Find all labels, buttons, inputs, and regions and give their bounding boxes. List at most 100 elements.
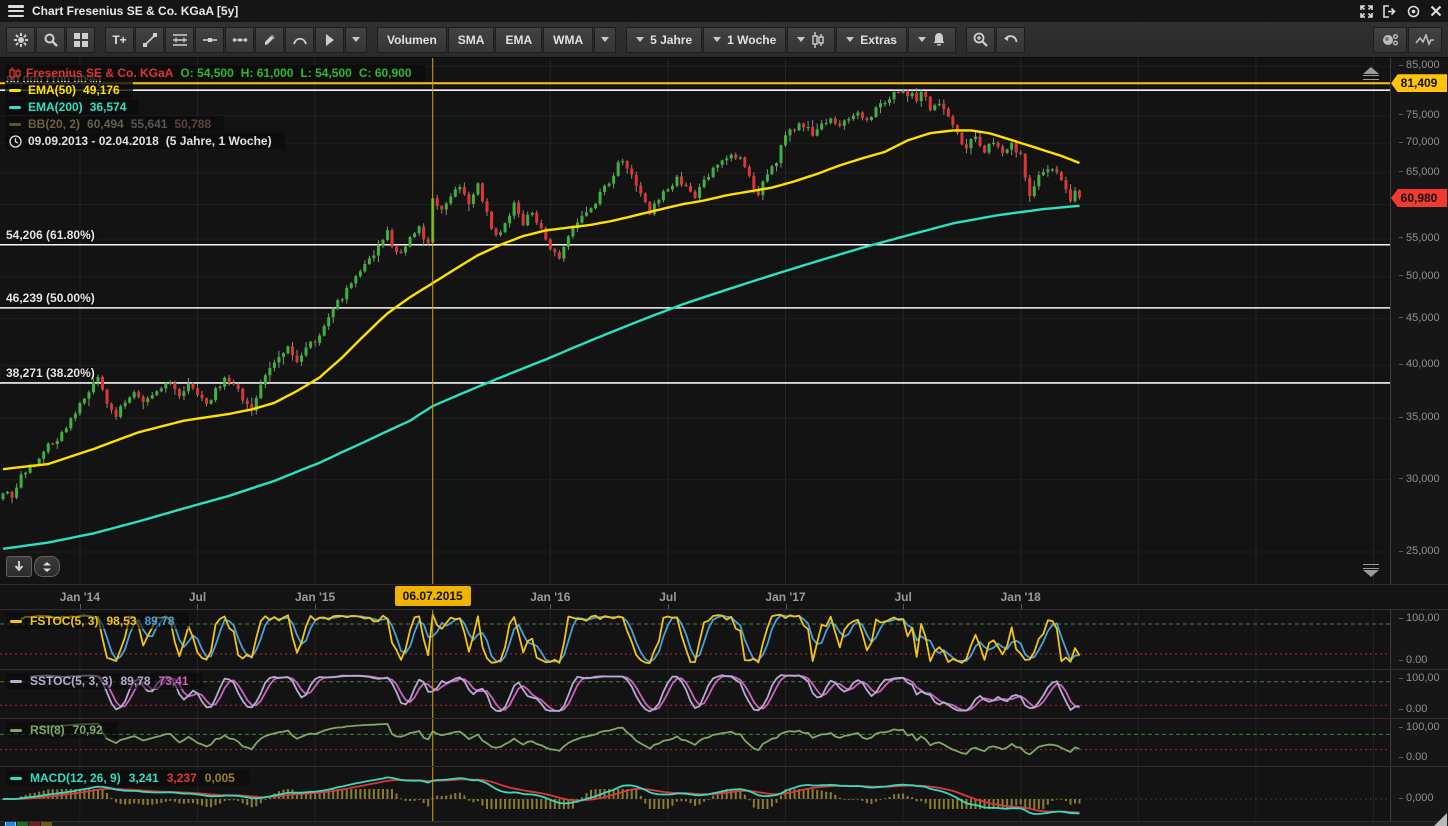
last-price-badge: 60,980 xyxy=(1391,189,1447,207)
price-axis[interactable]: 85,00075,00070,00065,00055,00050,00045,0… xyxy=(1390,58,1448,584)
interval-dropdown[interactable]: 1 Woche xyxy=(703,27,786,53)
chart-area: 85,00075,00070,00065,00055,00050,00045,0… xyxy=(0,58,1448,826)
rsi-axis[interactable]: 100,00 0.00 xyxy=(1390,719,1448,766)
close-icon[interactable] xyxy=(1430,5,1442,17)
crosshair-date-badge: 06.07.2015 xyxy=(395,586,471,606)
date-range-row: 09.09.2013 - 02.04.2018 (5 Jahre, 1 Woch… xyxy=(5,133,285,149)
range-dropdown[interactable]: 5 Jahre xyxy=(626,27,702,53)
sstoc-axis-bottom: 0.00 xyxy=(1399,703,1427,715)
sma-button[interactable]: SMA xyxy=(448,27,495,53)
horizontal-line-tool-button[interactable] xyxy=(195,27,224,53)
text-tool-button[interactable]: T+ xyxy=(105,27,134,53)
ohlc-open: O: 54,500 xyxy=(180,66,233,80)
volume-button[interactable]: Volumen xyxy=(377,27,447,53)
fstoc-chart[interactable] xyxy=(0,610,1390,669)
time-axis-label: Jan '14 xyxy=(60,590,100,604)
pencil-tool-button[interactable] xyxy=(255,27,284,53)
time-axis-label: Jul xyxy=(894,590,911,604)
ema200-legend-row[interactable]: EMA(200) 36,574 xyxy=(5,99,139,115)
dotted-line-tool-button[interactable] xyxy=(225,27,254,53)
fib-level-label: 54,206 (61.80%) xyxy=(6,228,95,242)
extras-dropdown[interactable]: Extras xyxy=(836,27,907,53)
grid-compare-button[interactable] xyxy=(66,27,95,53)
main-price-pane[interactable]: 85,00075,00070,00065,00055,00050,00045,0… xyxy=(0,58,1448,584)
fib-retracement-tool-button[interactable] xyxy=(165,27,194,53)
rsi-chart[interactable] xyxy=(0,719,1390,766)
sstoc-axis-top: 100,00 xyxy=(1399,672,1440,684)
fib-level-label: 46,239 (50.00%) xyxy=(6,291,95,305)
fstoc-axis[interactable]: 100,00 0.00 xyxy=(1390,610,1448,669)
macd-pane[interactable]: 0,000 MACD(12, 26, 9) 3,241 3,237 0,005 xyxy=(0,766,1448,821)
fstoc-axis-top: 100,00 xyxy=(1399,612,1440,624)
time-axis-label: Jan '16 xyxy=(530,590,570,604)
fstoc-pane[interactable]: 100,00 0.00 FSTOC(5, 3) 98,53 89,78 xyxy=(0,609,1448,669)
record-icon[interactable] xyxy=(1407,5,1420,18)
arc-tool-button[interactable] xyxy=(285,27,314,53)
ema200-label: EMA(200) xyxy=(28,100,83,114)
scroll-down-button[interactable] xyxy=(1358,564,1384,578)
search-button[interactable] xyxy=(36,27,65,53)
menu-icon[interactable] xyxy=(8,5,24,17)
chart-settings-button[interactable] xyxy=(1373,27,1407,53)
time-axis-label: Jul xyxy=(189,590,206,604)
line-chart-button[interactable] xyxy=(1408,27,1442,53)
sstoc-legend[interactable]: SSTOC(5, 3, 3) 89,78 73,41 xyxy=(6,673,203,689)
pane-chip-sstoc[interactable] xyxy=(17,821,28,826)
sstoc-axis[interactable]: 100,00 0.00 xyxy=(1390,670,1448,718)
pane-chip-fstoc[interactable] xyxy=(5,821,16,826)
resize-handle[interactable] xyxy=(1433,813,1447,826)
ema50-value: 49,176 xyxy=(83,83,120,97)
wma-button[interactable]: WMA xyxy=(543,27,593,53)
export-icon[interactable] xyxy=(1383,5,1397,18)
macd-legend[interactable]: MACD(12, 26, 9) 3,241 3,237 0,005 xyxy=(6,770,249,786)
symbol-legend-row[interactable]: Fresenius SE & Co. KGaA O: 54,500 H: 61,… xyxy=(5,65,425,81)
ema-button[interactable]: EMA xyxy=(495,27,542,53)
fstoc-label: FSTOC(5, 3) xyxy=(30,614,98,628)
expand-icon[interactable] xyxy=(1360,5,1373,18)
fib-level-label: 38,271 (38.20%) xyxy=(6,366,95,380)
price-tick-label: 30,000 xyxy=(1399,473,1440,485)
sstoc-swatch xyxy=(10,680,22,683)
pane-chip-rsi[interactable] xyxy=(29,821,40,826)
pointer-tool-button[interactable] xyxy=(315,27,344,53)
undo-button[interactable] xyxy=(996,27,1025,53)
time-axis-label: Jan '17 xyxy=(765,590,805,604)
rsi-pane[interactable]: 100,00 0.00 RSI(8) 70,92 xyxy=(0,718,1448,766)
indicators-dropdown[interactable] xyxy=(594,27,616,53)
bb-legend-row-disabled[interactable]: BB(20, 2) 60,494 55,641 50,788 xyxy=(5,116,224,132)
macd-axis-zero: 0,000 xyxy=(1399,792,1434,804)
time-axis-label: Jul xyxy=(659,590,676,604)
macd-swatch xyxy=(10,777,22,780)
move-pane-down-button[interactable] xyxy=(6,556,32,577)
sstoc-pane[interactable]: 100,00 0.00 SSTOC(5, 3, 3) 89,78 73,41 xyxy=(0,669,1448,718)
time-axis[interactable]: 06.07.2015 Jan '14 Jul Jan '15 Jan '16 Jul Ja… xyxy=(0,584,1448,609)
rsi-axis-bottom: 0.00 xyxy=(1399,751,1427,763)
rsi-legend[interactable]: RSI(8) 70,92 xyxy=(6,722,117,738)
ohlc-high: H: 61,000 xyxy=(241,66,294,80)
chart-type-dropdown[interactable] xyxy=(787,27,835,53)
drawing-tools-dropdown[interactable] xyxy=(345,27,367,53)
scroll-up-button[interactable] xyxy=(1358,67,1384,81)
collapse-panes-button[interactable] xyxy=(34,556,60,577)
price-tick-label: 75,000 xyxy=(1399,109,1440,121)
clock-icon xyxy=(9,135,22,148)
price-tick-label: 65,000 xyxy=(1399,166,1440,178)
fstoc-legend[interactable]: FSTOC(5, 3) 98,53 89,78 xyxy=(6,613,189,629)
alerts-dropdown[interactable] xyxy=(908,27,956,53)
zoom-in-button[interactable] xyxy=(966,27,995,53)
chart-application: Chart Fresenius SE & Co. KGaA [5y] T+ xyxy=(0,0,1448,826)
ath-price-badge: 81,409 xyxy=(1391,74,1447,92)
sstoc-chart[interactable] xyxy=(0,670,1390,718)
trendline-tool-button[interactable] xyxy=(135,27,164,53)
macd-label: MACD(12, 26, 9) xyxy=(30,771,121,785)
gear-button[interactable] xyxy=(6,27,35,53)
time-axis-label: Jan '18 xyxy=(1001,590,1041,604)
date-range: 09.09.2013 - 02.04.2018 xyxy=(28,134,159,148)
ohlc-low: L: 54,500 xyxy=(300,66,351,80)
ema50-legend-row[interactable]: EMA(50) 49,176 xyxy=(5,82,133,98)
fstoc-swatch xyxy=(10,620,22,623)
symbol-name: Fresenius SE & Co. KGaA xyxy=(26,66,173,80)
pane-chip-macd[interactable] xyxy=(41,821,52,826)
ema50-swatch xyxy=(9,89,21,92)
time-axis-label: Jan '15 xyxy=(295,590,335,604)
